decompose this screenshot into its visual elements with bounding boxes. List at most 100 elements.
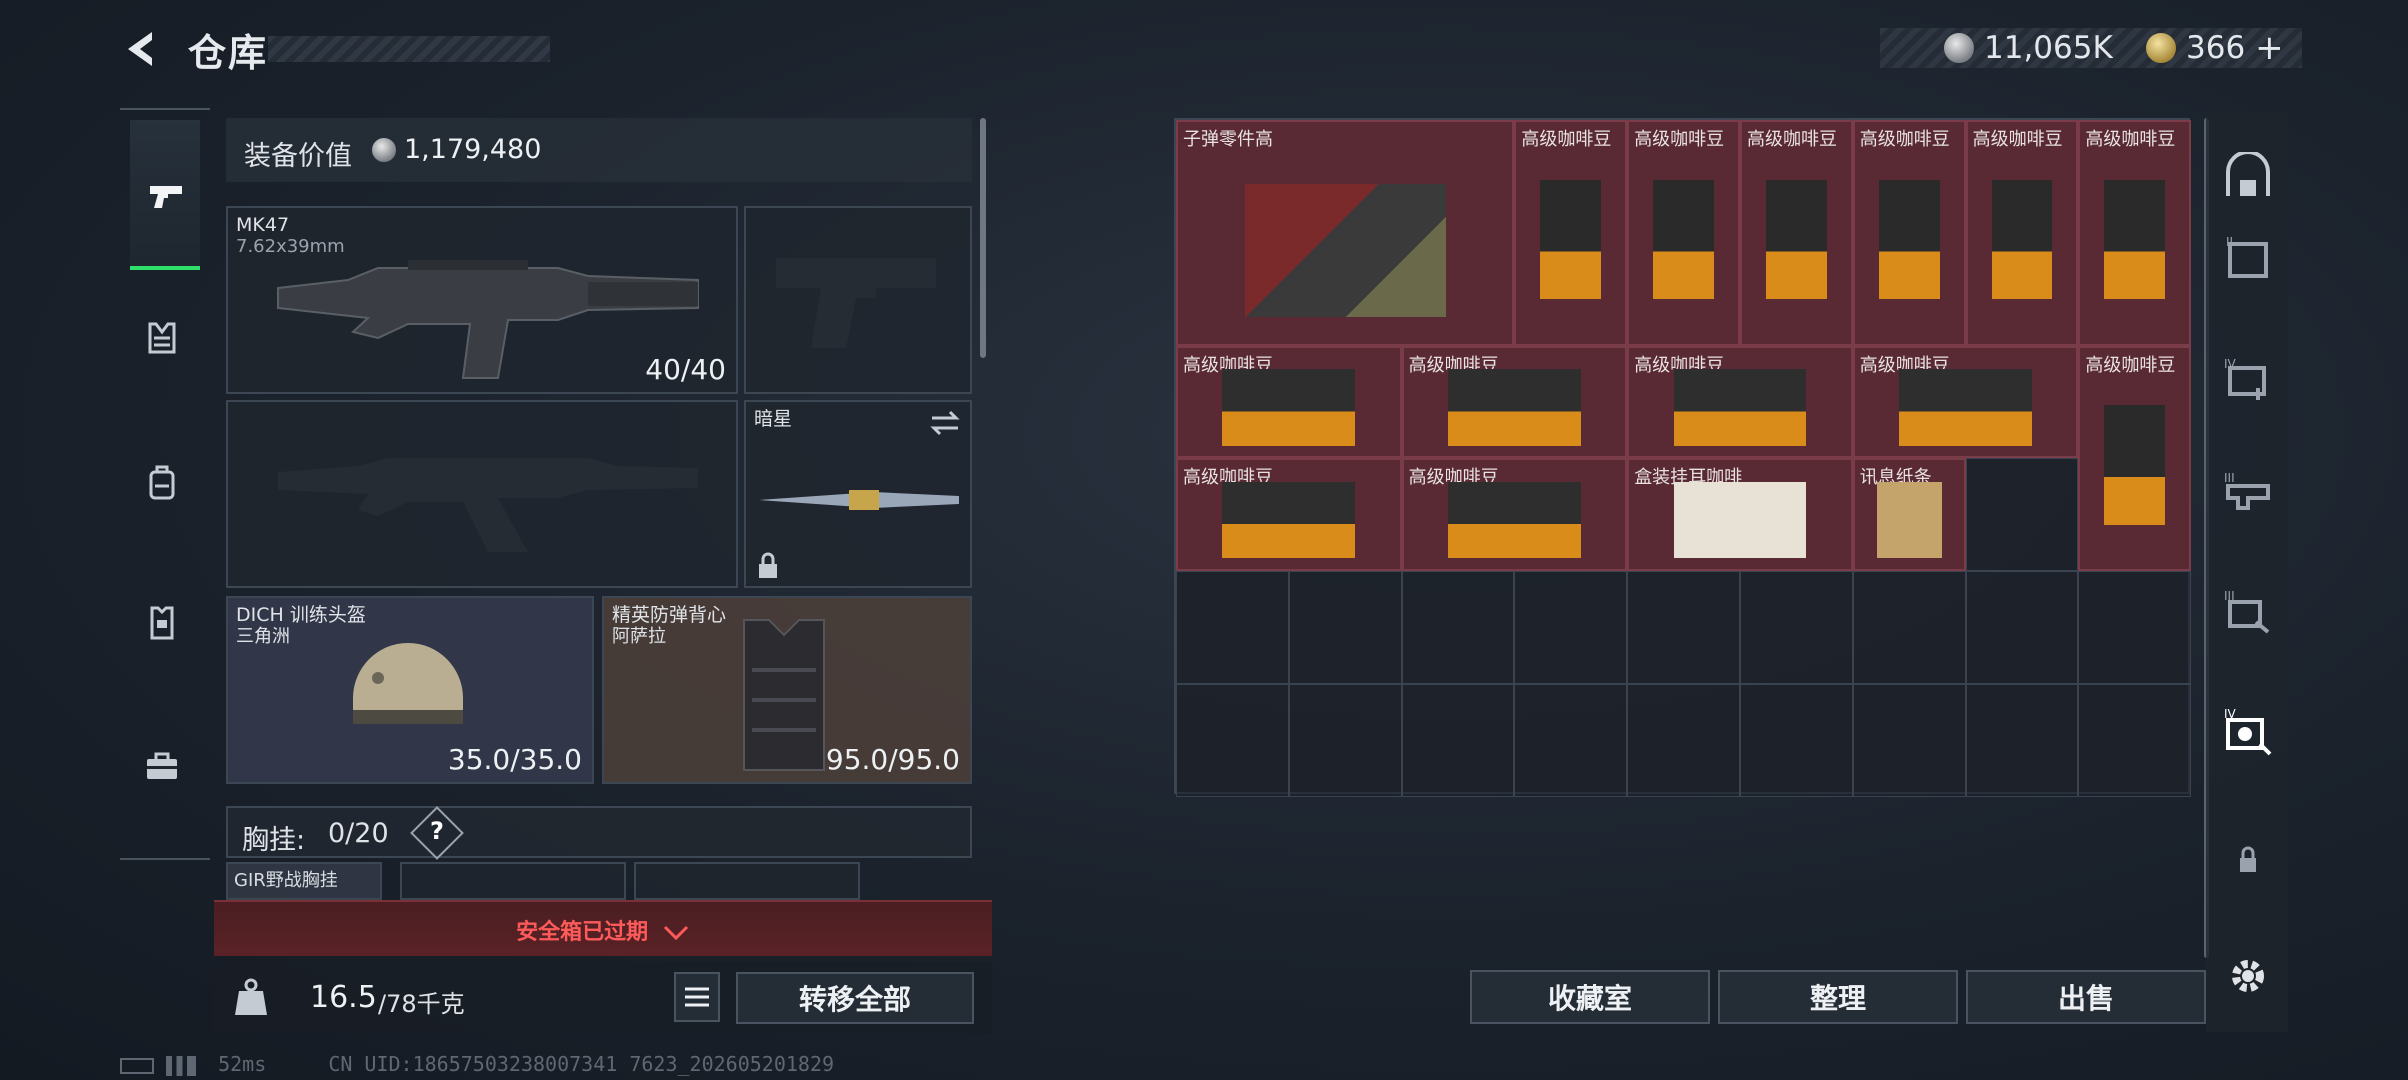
tab-storage-locked[interactable] bbox=[2218, 830, 2278, 890]
chest-rig-bar: 胸挂: 0/20 ? bbox=[226, 806, 972, 860]
storage-cell[interactable] bbox=[1514, 684, 1628, 797]
item-image bbox=[1244, 184, 1446, 317]
helmet-image bbox=[353, 643, 463, 724]
storage-item[interactable]: 高级咖啡豆 bbox=[1401, 458, 1628, 572]
storage-cell[interactable] bbox=[1176, 684, 1289, 797]
loadout-scrollbar[interactable] bbox=[980, 118, 986, 358]
item-image bbox=[1673, 482, 1807, 559]
svg-text:IV: IV bbox=[2224, 707, 2237, 721]
sort-button[interactable]: 整理 bbox=[1718, 970, 1958, 1024]
storage-cell[interactable] bbox=[1401, 684, 1515, 797]
primary-weapon-slot[interactable]: MK47 7.62x39mm 40/40 bbox=[226, 206, 738, 394]
storage-item[interactable]: 高级咖啡豆 bbox=[2078, 345, 2192, 572]
item-image bbox=[1222, 369, 1356, 446]
storage-item[interactable]: 盒装挂耳咖啡 bbox=[1627, 458, 1853, 572]
storage-item-name: 高级咖啡豆 bbox=[2085, 354, 2176, 376]
storage-item[interactable]: 子弹零件高 bbox=[1176, 120, 1515, 346]
settings-button[interactable] bbox=[2218, 946, 2278, 1006]
storage-item[interactable]: 高级咖啡豆 bbox=[1852, 120, 1966, 346]
silver-currency: 11,065K bbox=[1944, 28, 2113, 68]
melee-slot[interactable]: 暗星 bbox=[744, 400, 972, 588]
tab-storage-4[interactable]: III bbox=[2218, 582, 2278, 642]
nav-divider-bottom bbox=[120, 858, 210, 860]
nav-backpack[interactable] bbox=[130, 450, 194, 514]
storage-item[interactable]: 高级咖啡豆 bbox=[1965, 120, 2079, 346]
silver-amount: 11,065K bbox=[1984, 30, 2113, 66]
current-weight: 16.5 bbox=[310, 980, 377, 1015]
storage-cell[interactable] bbox=[1965, 571, 2079, 684]
storage-item[interactable]: 高级咖啡豆 bbox=[1627, 120, 1740, 346]
svg-text:IV: IV bbox=[2224, 357, 2237, 371]
tab-storage-2[interactable]: IV bbox=[2218, 350, 2278, 410]
nav-toolbox[interactable] bbox=[130, 734, 194, 798]
back-button[interactable] bbox=[118, 26, 164, 72]
storage-cell[interactable] bbox=[1852, 684, 1966, 797]
help-mark: ? bbox=[430, 817, 444, 845]
tab-storage-3[interactable]: III bbox=[2218, 464, 2278, 524]
nav-chest-rig[interactable] bbox=[130, 306, 194, 370]
item-image bbox=[1673, 369, 1807, 446]
list-view-button[interactable] bbox=[674, 972, 720, 1022]
storage-item[interactable]: 高级咖啡豆 bbox=[1740, 120, 1853, 346]
item-image bbox=[1653, 179, 1715, 300]
storage-cell[interactable] bbox=[1965, 458, 2079, 572]
item-image bbox=[1878, 179, 1940, 300]
item-image bbox=[1765, 179, 1827, 300]
left-nav bbox=[120, 110, 204, 860]
ping-text: 52ms bbox=[218, 1052, 267, 1076]
chest-rig-slot-2[interactable] bbox=[400, 862, 626, 900]
chest-rig-slot-3[interactable] bbox=[634, 862, 860, 900]
storage-cell[interactable] bbox=[2078, 571, 2192, 684]
storage-cell[interactable] bbox=[1740, 571, 1853, 684]
storage-cell[interactable] bbox=[1965, 684, 2079, 797]
storage-item[interactable]: 讯息纸条 bbox=[1852, 458, 1966, 572]
chest-rig-icon bbox=[148, 322, 176, 354]
armor-slot[interactable]: 精英防弹背心 阿萨拉 95.0/95.0 bbox=[602, 596, 972, 784]
sidearm-slot[interactable] bbox=[744, 206, 972, 394]
back-arrow-icon bbox=[128, 32, 152, 66]
item-image bbox=[1222, 482, 1356, 559]
svg-text:III: III bbox=[2224, 589, 2235, 603]
storage-item[interactable]: 高级咖啡豆 bbox=[1176, 458, 1402, 572]
storage-item[interactable]: 高级咖啡豆 bbox=[2078, 120, 2192, 346]
melee-name: 暗星 bbox=[754, 408, 793, 430]
storage-item[interactable]: 高级咖啡豆 bbox=[1176, 345, 1402, 459]
storage-cell[interactable] bbox=[1627, 571, 1740, 684]
nav-weapons[interactable] bbox=[134, 164, 198, 228]
storage-item[interactable]: 高级咖啡豆 bbox=[1627, 345, 1853, 459]
tab-storage-5-active[interactable]: IV bbox=[2218, 700, 2278, 760]
helmet-slot[interactable]: DICH 训练头盔 三角洲 35.0/35.0 bbox=[226, 596, 594, 784]
page-title: 仓库 bbox=[188, 31, 269, 75]
storage-cell[interactable] bbox=[1288, 684, 1402, 797]
storage-cell[interactable] bbox=[1514, 571, 1628, 684]
tab-storage-main[interactable] bbox=[2218, 148, 2278, 208]
storage-cell[interactable] bbox=[1852, 571, 1966, 684]
storage-grid: 子弹零件高 高级咖啡豆 高级咖啡豆 高级咖啡豆 高级咖啡豆 高级咖啡豆 高级咖啡豆 高级咖啡豆… bbox=[1174, 118, 2192, 797]
storage-item[interactable]: 高级咖啡豆 bbox=[1401, 345, 1628, 459]
pistol-icon bbox=[150, 186, 182, 208]
max-weight: /78千克 bbox=[378, 990, 465, 1018]
storage-cell[interactable] bbox=[1288, 571, 1402, 684]
secondary-weapon-slot[interactable] bbox=[226, 400, 738, 588]
storage-cell[interactable] bbox=[1401, 571, 1515, 684]
tab-storage-1[interactable]: II bbox=[2218, 230, 2278, 290]
sell-button[interactable]: 出售 bbox=[1966, 970, 2206, 1024]
storage-cell[interactable] bbox=[2078, 684, 2192, 797]
collection-room-button[interactable]: 收藏室 bbox=[1470, 970, 1710, 1024]
storage-item[interactable]: 高级咖啡豆 bbox=[1852, 345, 2079, 459]
weight-bar: 16.5 /78千克 转移全部 bbox=[214, 962, 992, 1034]
transfer-all-button[interactable]: 转移全部 bbox=[736, 972, 974, 1024]
storage-item[interactable]: 高级咖啡豆 bbox=[1514, 120, 1628, 346]
swap-icon[interactable] bbox=[928, 408, 962, 438]
add-currency-button[interactable]: + bbox=[2255, 28, 2284, 68]
storage-cell[interactable] bbox=[1627, 684, 1740, 797]
camera-tier-icon: IV bbox=[2224, 707, 2272, 756]
title-stripe bbox=[268, 36, 550, 62]
safe-box-expired-bar[interactable]: 安全箱已过期 bbox=[214, 900, 992, 956]
armor-vest-icon bbox=[150, 606, 174, 640]
nav-armor[interactable] bbox=[130, 590, 194, 654]
storage-cell[interactable] bbox=[1740, 684, 1853, 797]
gold-currency[interactable]: 366 + bbox=[2146, 28, 2284, 68]
storage-cell[interactable] bbox=[1176, 571, 1289, 684]
chest-rig-item[interactable]: GIR野战胸挂 bbox=[226, 862, 382, 900]
